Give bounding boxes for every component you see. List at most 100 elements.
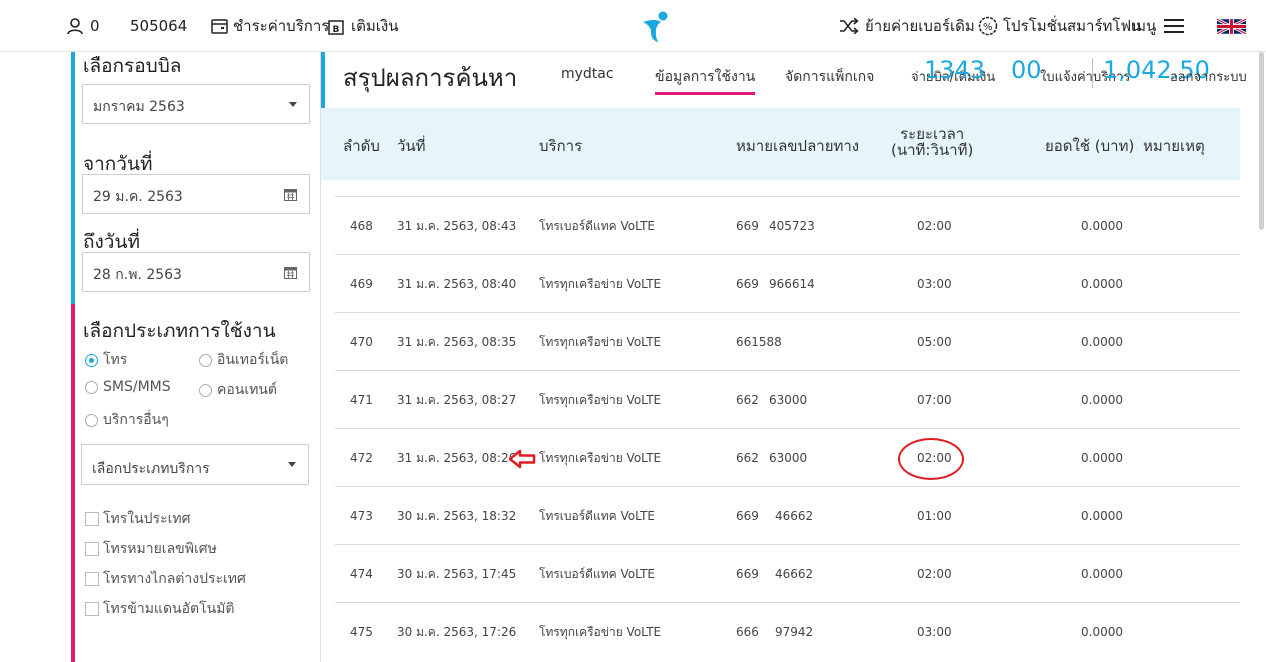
row-date: 30 ม.ค. 2563, 17:26 xyxy=(397,624,517,639)
menu-button[interactable]: เมนู xyxy=(1131,0,1185,52)
row-amount: 0.0000 xyxy=(1081,567,1123,581)
bill-cycle-select[interactable]: มกราคม 2563 xyxy=(82,84,310,124)
topup-label: เติมเงิน xyxy=(351,17,399,35)
account-button[interactable]: 0 xyxy=(66,0,100,52)
row-dest-number: 97942 xyxy=(775,625,814,639)
row-date: 31 ม.ค. 2563, 08:27 xyxy=(397,392,517,407)
row-dest-prefix: 662 xyxy=(736,393,759,407)
row-duration: 02:00 xyxy=(917,567,952,581)
table-row: 468 31 ม.ค. 2563, 08:43 โทรเบอร์ดีแทค Vo… xyxy=(335,196,1240,254)
chevron-down-icon xyxy=(289,102,297,107)
row-service: โทรทุกเครือข่าย VoLTE xyxy=(539,334,662,349)
row-dest-prefix: 666 xyxy=(736,625,759,639)
col-amount: ยอดใช้ (บาท) xyxy=(1045,137,1135,155)
calendar-icon[interactable] xyxy=(284,266,297,279)
checkbox-icon xyxy=(85,512,99,526)
row-dest-prefix: 669 xyxy=(736,509,759,523)
row-amount: 0.0000 xyxy=(1081,509,1123,523)
row-index: 470 xyxy=(350,335,373,349)
row-service: โทรทุกเครือข่าย VoLTE xyxy=(539,276,662,291)
row-service: โทรเบอร์ดีแทค VoLTE xyxy=(539,508,656,523)
usage-radio-internet[interactable]: อินเทอร์เน็ต xyxy=(199,349,288,371)
checkbox-icon xyxy=(85,572,99,586)
bill-cycle-value: มกราคม 2563 xyxy=(93,99,185,115)
row-dest-prefix: 669 xyxy=(736,277,759,291)
radio-selected-icon xyxy=(85,353,98,367)
row-dest-number: 46662 xyxy=(775,509,814,523)
row-date: 31 ม.ค. 2563, 08:43 xyxy=(397,218,517,233)
col-index: ลำดับ xyxy=(343,137,380,155)
from-date-value: 29 ม.ค. 2563 xyxy=(93,189,183,205)
dtac-logo-icon[interactable] xyxy=(637,8,673,44)
scrollbar-thumb[interactable] xyxy=(1259,52,1264,230)
filter-checkbox-international[interactable]: โทรทางไกลต่างประเทศ xyxy=(85,568,246,590)
to-date-field[interactable]: 28 ก.พ. 2563 xyxy=(82,252,310,292)
checkbox-icon xyxy=(85,602,99,616)
filter-checkbox-label: โทรหมายเลขพิเศษ xyxy=(103,541,217,557)
usage-table-header: ลำดับ วันที่ บริการ หมายเลขปลายทาง ระยะเ… xyxy=(321,108,1240,180)
table-row: 471 31 ม.ค. 2563, 08:27 โทรทุกเครือข่าย … xyxy=(335,370,1240,428)
usage-radio-call[interactable]: โทร xyxy=(85,349,127,371)
usage-radio-content[interactable]: คอนเทนต์ xyxy=(199,379,277,401)
radio-icon xyxy=(85,380,98,394)
filter-checkbox-special[interactable]: โทรหมายเลขพิเศษ xyxy=(85,538,217,560)
page-scrollbar[interactable] xyxy=(1256,52,1266,662)
row-index: 472 xyxy=(350,451,373,465)
bill-cycle-label: เลือกรอบบิล xyxy=(83,55,182,77)
usage-section-accent xyxy=(71,304,75,662)
row-dest-prefix: 669 xyxy=(736,219,759,233)
col-duration-line1: ระยะเวลา xyxy=(900,125,965,143)
language-toggle[interactable] xyxy=(1217,0,1246,52)
logout-link[interactable]: ออกจากระบบ xyxy=(1170,66,1247,87)
menu-label: เมนู xyxy=(1131,17,1157,35)
checkbox-icon xyxy=(85,542,99,556)
uk-flag-icon xyxy=(1217,17,1246,35)
row-amount: 0.0000 xyxy=(1081,335,1123,349)
row-index: 473 xyxy=(350,509,373,523)
service-type-placeholder: เลือกประเภทบริการ xyxy=(92,461,210,477)
table-row: 473 30 ม.ค. 2563, 18:32 โทรเบอร์ดีแทค Vo… xyxy=(335,486,1240,544)
tab-mydtac[interactable]: mydtac xyxy=(561,66,614,82)
topup-icon: B xyxy=(328,19,344,35)
filter-checkbox-roaming[interactable]: โทรข้ามแดนอัตโนมัติ xyxy=(85,598,235,620)
row-date: 31 ม.ค. 2563, 08:40 xyxy=(397,276,517,291)
row-index: 475 xyxy=(350,625,373,639)
service-type-select[interactable]: เลือกประเภทบริการ xyxy=(81,444,309,485)
row-dest-prefix: 661588 xyxy=(736,335,782,349)
user-count: 0 xyxy=(90,17,100,35)
usage-type-label: เลือกประเภทการใช้งาน xyxy=(83,320,276,342)
col-destination: หมายเลขปลายทาง xyxy=(736,137,860,155)
row-service: โทรเบอร์ดีแทค VoLTE xyxy=(539,566,656,581)
col-note: หมายเหตุ xyxy=(1143,137,1205,155)
tab-usage[interactable]: ข้อมูลการใช้งาน xyxy=(655,66,756,95)
table-row: 472 31 ม.ค. 2563, 08:26 โทรทุกเครือข่าย … xyxy=(335,428,1240,486)
filter-checkbox-domestic[interactable]: โทรในประเทศ xyxy=(85,508,191,530)
from-date-field[interactable]: 29 ม.ค. 2563 xyxy=(82,174,310,214)
smartphone-promo-link[interactable]: % โปรโมชั่นสมาร์ทโฟน xyxy=(978,0,1141,52)
row-amount: 0.0000 xyxy=(1081,451,1123,465)
usage-radio-label: คอนเทนต์ xyxy=(217,382,278,398)
top-navigation: 0 505064 ชำระค่าบริการ B เติมเงิน ย้ายค่… xyxy=(0,0,1266,52)
promo-badge-icon: % xyxy=(978,16,998,36)
red-arrow-annotation-icon xyxy=(508,449,536,469)
filter-checkbox-label: โทรทางไกลต่างประเทศ xyxy=(103,571,246,587)
tab-package[interactable]: จัดการแพ็กเกจ xyxy=(785,66,874,88)
calendar-icon[interactable] xyxy=(284,188,297,201)
col-duration-line2: (นาที:วินาที) xyxy=(891,141,974,159)
header-divider xyxy=(1092,58,1093,88)
date-section-accent xyxy=(71,52,75,304)
usage-radio-sms[interactable]: SMS/MMS xyxy=(85,379,171,395)
row-dest-prefix: 669 xyxy=(736,567,759,581)
topup-link[interactable]: B เติมเงิน xyxy=(328,0,398,52)
row-dest-number: 966614 xyxy=(769,277,815,291)
menu-icon xyxy=(1164,18,1185,34)
row-amount: 0.0000 xyxy=(1081,219,1123,233)
switch-network-link[interactable]: ย้ายค่ายเบอร์เดิม xyxy=(839,0,975,52)
usage-radio-other[interactable]: บริการอื่นๆ xyxy=(85,409,169,431)
pay-bill-link[interactable]: ชำระค่าบริการ xyxy=(211,0,329,52)
red-circle-annotation xyxy=(898,438,964,480)
row-duration: 03:00 xyxy=(917,625,952,639)
row-service: โทรทุกเครือข่าย VoLTE xyxy=(539,624,662,639)
usage-radio-label: บริการอื่นๆ xyxy=(103,412,169,428)
results-accent xyxy=(321,52,325,108)
